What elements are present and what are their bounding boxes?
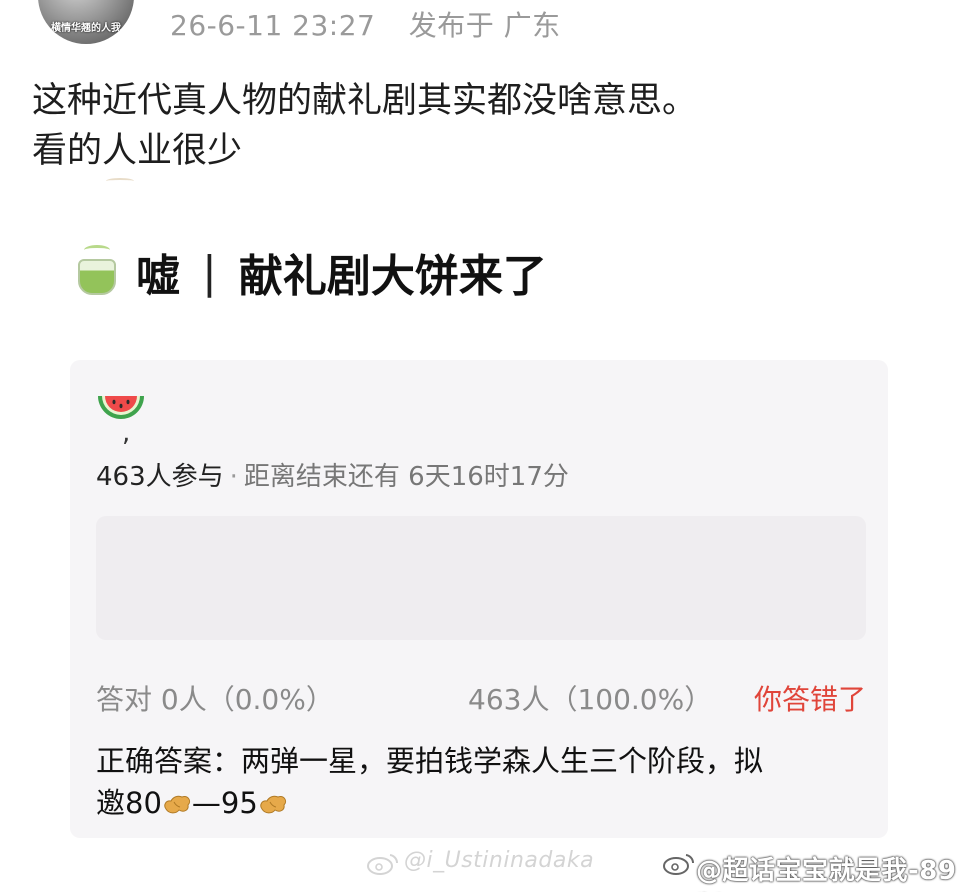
post-line: 看的人业很少	[32, 131, 243, 171]
wrong-answer-label: 你答错了	[753, 683, 866, 716]
peanut-icon	[260, 795, 286, 814]
post-timestamp: 26-6-11 23:27	[170, 9, 376, 42]
correct-count: 答对 0人（0.0%）	[96, 683, 334, 716]
weibo-logo-icon	[663, 854, 695, 875]
correct-answer: 正确答案：两弹一星，要拍钱学森人生三个阶段，拟 邀80 —95	[96, 740, 856, 824]
post-line: 这种近代真人物的献礼剧其实都没啥意思。	[32, 81, 698, 121]
watermark-user: @i_Ustininadaka	[404, 848, 595, 873]
headline-separator: |	[202, 246, 217, 298]
peanut-icon	[164, 795, 190, 814]
participants-count: 463人参与	[96, 462, 224, 492]
quiz-card: 463人参与 · 距离结束还有 6天16时17分 , 答对 0人（0.0%） 463…	[70, 360, 888, 838]
post-text: 这种近代真人物的献礼剧其实都没啥意思。 看的人业很少	[32, 76, 932, 176]
answer-range-start: 邀80	[96, 786, 162, 820]
watermark-topic: @超话宝宝就是我-89版	[696, 856, 957, 886]
quiz-option[interactable]	[96, 516, 866, 640]
weibo-post-screenshot: 横情华翘的人我 26-6-11 23:27 发布于 广东 这种近代真人物的献礼剧…	[0, 0, 960, 892]
stats-dot: ·	[229, 462, 238, 492]
quiz-stats: 463人参与 · 距离结束还有 6天16时17分	[96, 456, 569, 493]
post-location: 发布于 广东	[408, 9, 561, 42]
green-tea-icon	[74, 245, 122, 299]
watermelon-icon	[98, 396, 144, 419]
deadline-countdown: 距离结束还有 6天16时17分	[243, 462, 569, 492]
image-edge-decoration	[106, 178, 134, 184]
headline-right: 献礼剧大饼来了	[238, 251, 547, 302]
wrong-count: 463人（100.0%）	[468, 683, 713, 716]
avatar[interactable]: 横情华翘的人我	[38, 0, 134, 44]
quiz-headline: 嘘 | 献礼剧大饼来了	[74, 240, 547, 304]
answer-line-2: 邀80 —95	[96, 782, 856, 824]
weibo-logo-icon	[367, 854, 399, 875]
post-meta: 26-6-11 23:27 发布于 广东	[170, 4, 585, 44]
headline-left: 嘘	[136, 251, 180, 302]
avatar-caption: 横情华翘的人我	[51, 23, 121, 34]
answer-range-end: —95	[191, 786, 258, 820]
answer-line: 正确答案：两弹一星，要拍钱学森人生三个阶段，拟	[96, 744, 764, 778]
quiz-option-text: ,	[122, 418, 131, 448]
